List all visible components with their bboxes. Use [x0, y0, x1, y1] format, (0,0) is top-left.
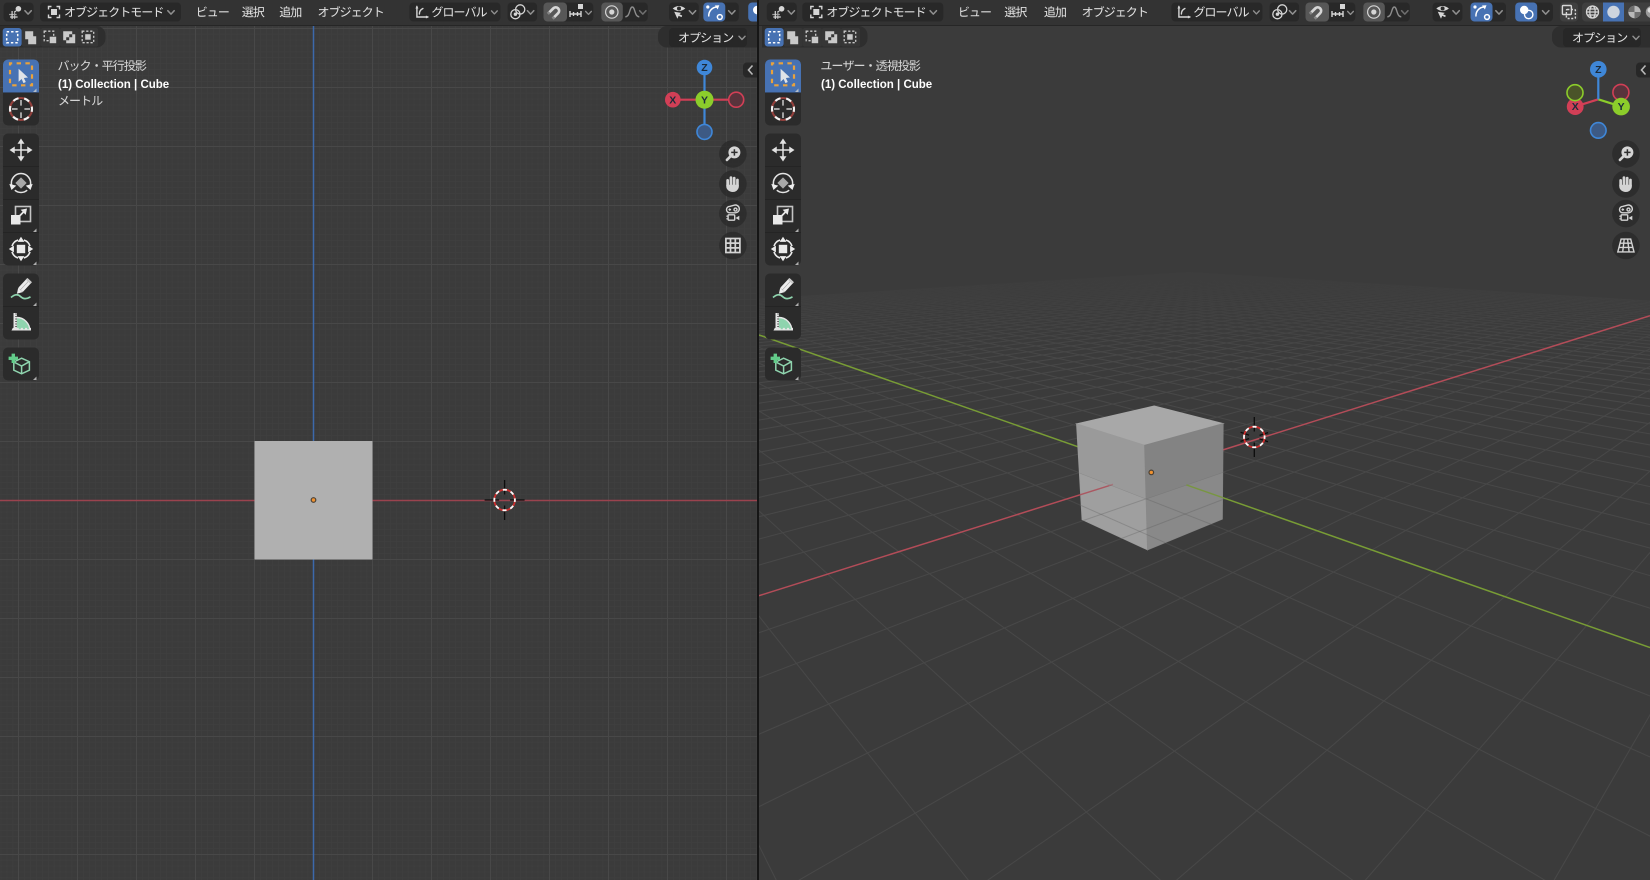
svg-text:X: X — [669, 94, 676, 106]
svg-text:Y: Y — [701, 94, 708, 106]
svg-text:Z: Z — [1595, 64, 1602, 76]
svg-text:Y: Y — [1618, 101, 1625, 113]
svg-text:(1) Collection | Cube: (1) Collection | Cube — [58, 79, 169, 91]
svg-text:(1) Collection | Cube: (1) Collection | Cube — [821, 79, 932, 91]
svg-text:X: X — [1572, 101, 1579, 113]
svg-text:Z: Z — [701, 62, 708, 74]
